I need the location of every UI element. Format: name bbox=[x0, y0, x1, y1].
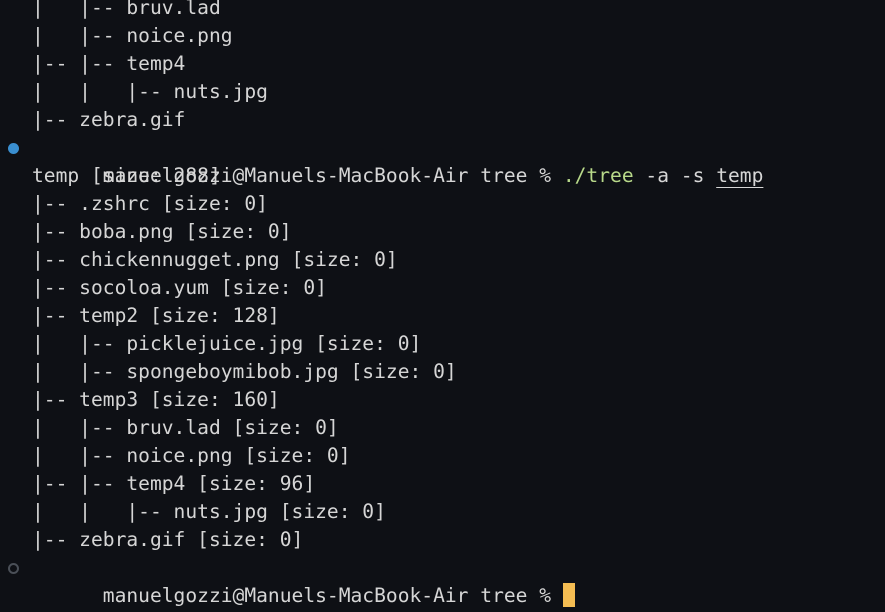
output-line: |-- boba.png [size: 0] bbox=[32, 220, 292, 243]
command-binary: ./tree bbox=[562, 164, 634, 187]
text-cursor bbox=[562, 583, 575, 607]
output-line: |-- zebra.gif [size: 0] bbox=[32, 528, 304, 551]
output-line: | | |-- nuts.jpg [size: 0] bbox=[32, 500, 386, 523]
output-line: |-- .zshrc [size: 0] bbox=[32, 192, 268, 215]
scrollback-line: | |-- bruv.lad bbox=[32, 0, 221, 19]
output-line: |-- chickennugget.png [size: 0] bbox=[32, 248, 398, 271]
command-pending-circle-icon bbox=[8, 563, 19, 574]
current-prompt-line[interactable]: manuelgozzi@Manuels-MacBook-Air tree % bbox=[8, 554, 763, 607]
terminal-buffer: | |-- bruv.lad | |-- noice.png |-- |-- t… bbox=[8, 0, 763, 607]
output-line: |-- |-- temp4 [size: 96] bbox=[32, 472, 316, 495]
output-line: | |-- spongeboymibob.jpg [size: 0] bbox=[32, 360, 457, 383]
command-flags: -a -s bbox=[633, 164, 717, 187]
scrollback-line: |-- |-- temp4 bbox=[32, 52, 186, 75]
prompt-text: manuelgozzi@Manuels-MacBook-Air tree % bbox=[102, 164, 563, 187]
previous-command-line: manuelgozzi@Manuels-MacBook-Air tree % .… bbox=[8, 134, 763, 187]
output-line: | |-- noice.png [size: 0] bbox=[32, 444, 351, 467]
prompt-text: manuelgozzi@Manuels-MacBook-Air tree % bbox=[102, 584, 563, 607]
output-line: |-- socoloa.yum [size: 0] bbox=[32, 276, 327, 299]
output-line: |-- temp3 [size: 160] bbox=[32, 388, 280, 411]
command-success-dot-icon[interactable] bbox=[8, 143, 19, 154]
scrollback-line: |-- zebra.gif bbox=[32, 108, 186, 131]
scrollback-line: | |-- noice.png bbox=[32, 24, 233, 47]
output-line: | |-- picklejuice.jpg [size: 0] bbox=[32, 332, 422, 355]
output-line: |-- temp2 [size: 128] bbox=[32, 304, 280, 327]
terminal-window[interactable]: | |-- bruv.lad | |-- noice.png |-- |-- t… bbox=[0, 0, 885, 612]
command-path-link[interactable]: temp bbox=[716, 164, 763, 187]
output-line: | |-- bruv.lad [size: 0] bbox=[32, 416, 339, 439]
scrollback-line: | | |-- nuts.jpg bbox=[32, 80, 268, 103]
